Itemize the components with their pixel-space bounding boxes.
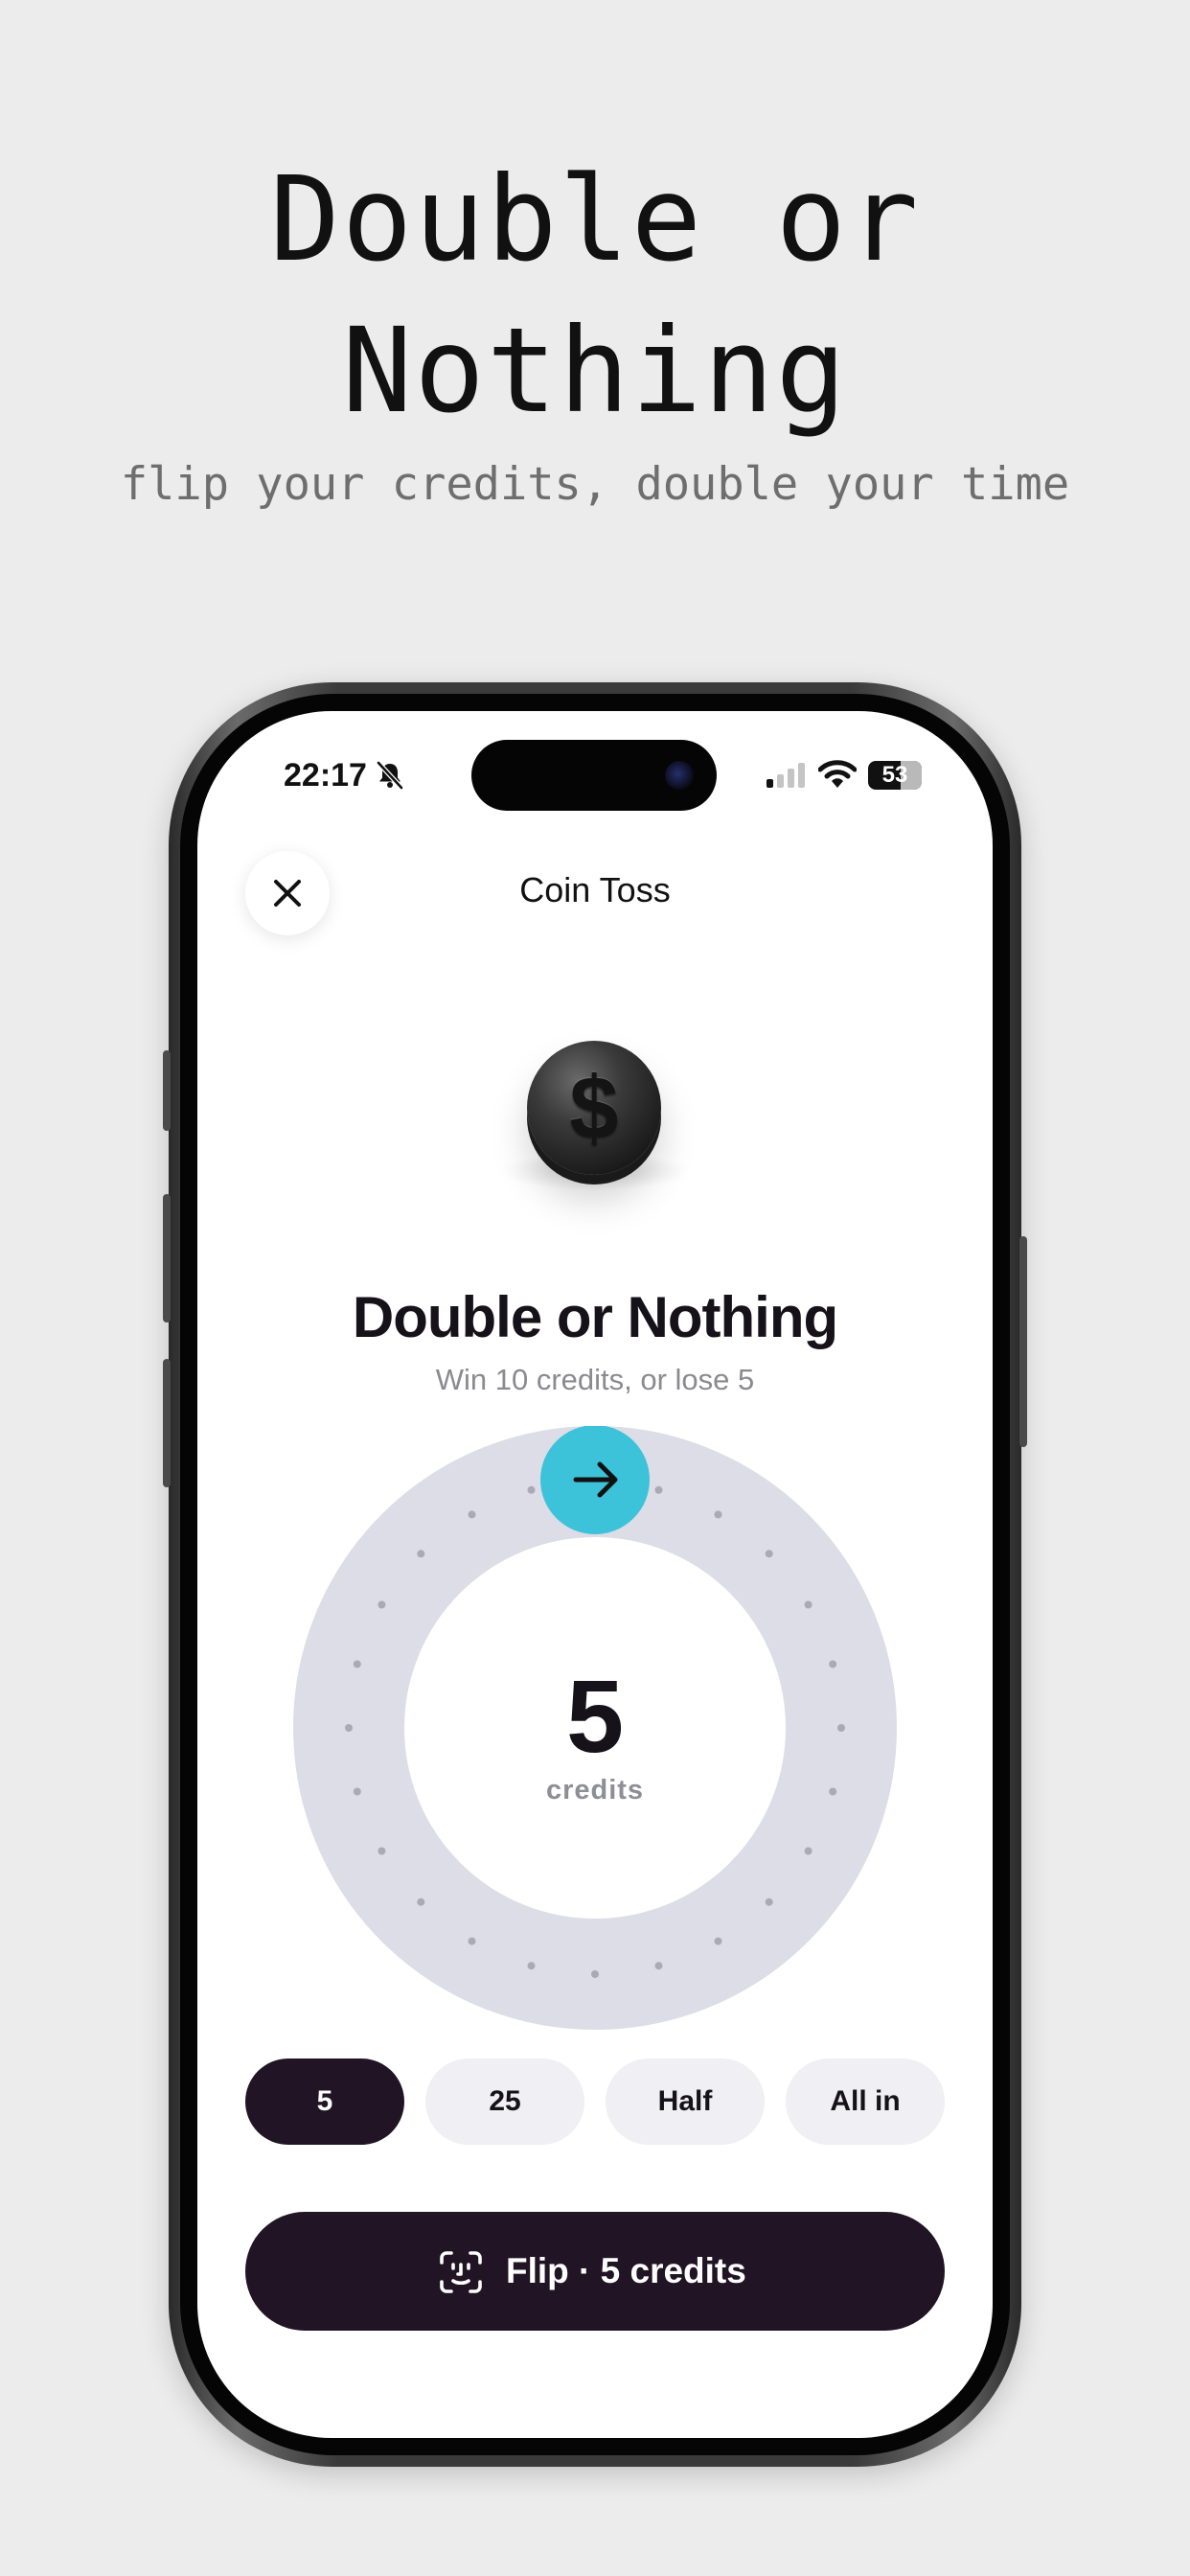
nav-title: Coin Toss xyxy=(519,870,671,909)
flip-button-label: Flip · 5 credits xyxy=(506,2251,746,2290)
dial-tick-dot xyxy=(654,1485,663,1494)
battery-level: 53 xyxy=(881,762,908,788)
bell-muted-icon xyxy=(377,761,403,790)
dial-tick-dot xyxy=(765,1550,773,1558)
dynamic-island xyxy=(471,740,717,811)
dial-tick-dot xyxy=(417,1898,425,1906)
dial-tick-dot xyxy=(468,1937,476,1945)
chip-all-in[interactable]: All in xyxy=(786,2058,945,2145)
dial-tick-dot xyxy=(714,1510,722,1519)
dial-tick-dot xyxy=(468,1510,476,1519)
coin-icon: $ xyxy=(527,1041,661,1175)
chip-5[interactable]: 5 xyxy=(245,2058,404,2145)
dial-tick-dot xyxy=(527,1962,536,1970)
wager-unit: credits xyxy=(545,1775,645,1806)
phone-mute-switch xyxy=(163,1050,171,1131)
hero-title: Double or Nothing xyxy=(269,151,921,439)
status-time: 22:17 xyxy=(284,757,367,794)
dial-tick-dot xyxy=(527,1485,536,1494)
front-camera xyxy=(665,761,694,790)
phone-volume-up xyxy=(163,1194,171,1322)
wifi-icon xyxy=(818,760,857,788)
phone-volume-down xyxy=(163,1359,171,1487)
dial-tick-dot xyxy=(378,1600,386,1609)
dial-tick-dot xyxy=(654,1962,663,1970)
face-id-icon xyxy=(440,2251,482,2293)
phone-screen: 22:17 53 Coin Toss $ Double or Nothing W… xyxy=(197,711,993,2438)
wager-amount: 5 xyxy=(565,1658,625,1774)
chip-25[interactable]: 25 xyxy=(425,2058,584,2145)
dial-tick-dot xyxy=(765,1898,773,1906)
dial-tick-dot xyxy=(804,1847,812,1855)
dial-tick-dot xyxy=(378,1847,386,1855)
dial-tick-dot xyxy=(591,1970,599,1978)
signal-icon xyxy=(767,763,805,788)
battery-icon: 53 xyxy=(868,761,922,790)
phone-power-button xyxy=(1019,1236,1027,1447)
dial-tick-dot xyxy=(714,1937,722,1945)
game-title: Double or Nothing xyxy=(352,1285,838,1349)
dial-tick-dot xyxy=(417,1550,425,1558)
flip-button[interactable]: Flip · 5 credits xyxy=(245,2212,945,2331)
hero-subtitle: flip your credits, double your time xyxy=(120,458,1070,511)
dial-handle[interactable] xyxy=(540,1426,650,1534)
coin-symbol: $ xyxy=(569,1059,619,1157)
dial-tick-dot xyxy=(804,1600,812,1609)
game-subtitle: Win 10 credits, or lose 5 xyxy=(435,1363,755,1396)
chip-half[interactable]: Half xyxy=(606,2058,765,2145)
